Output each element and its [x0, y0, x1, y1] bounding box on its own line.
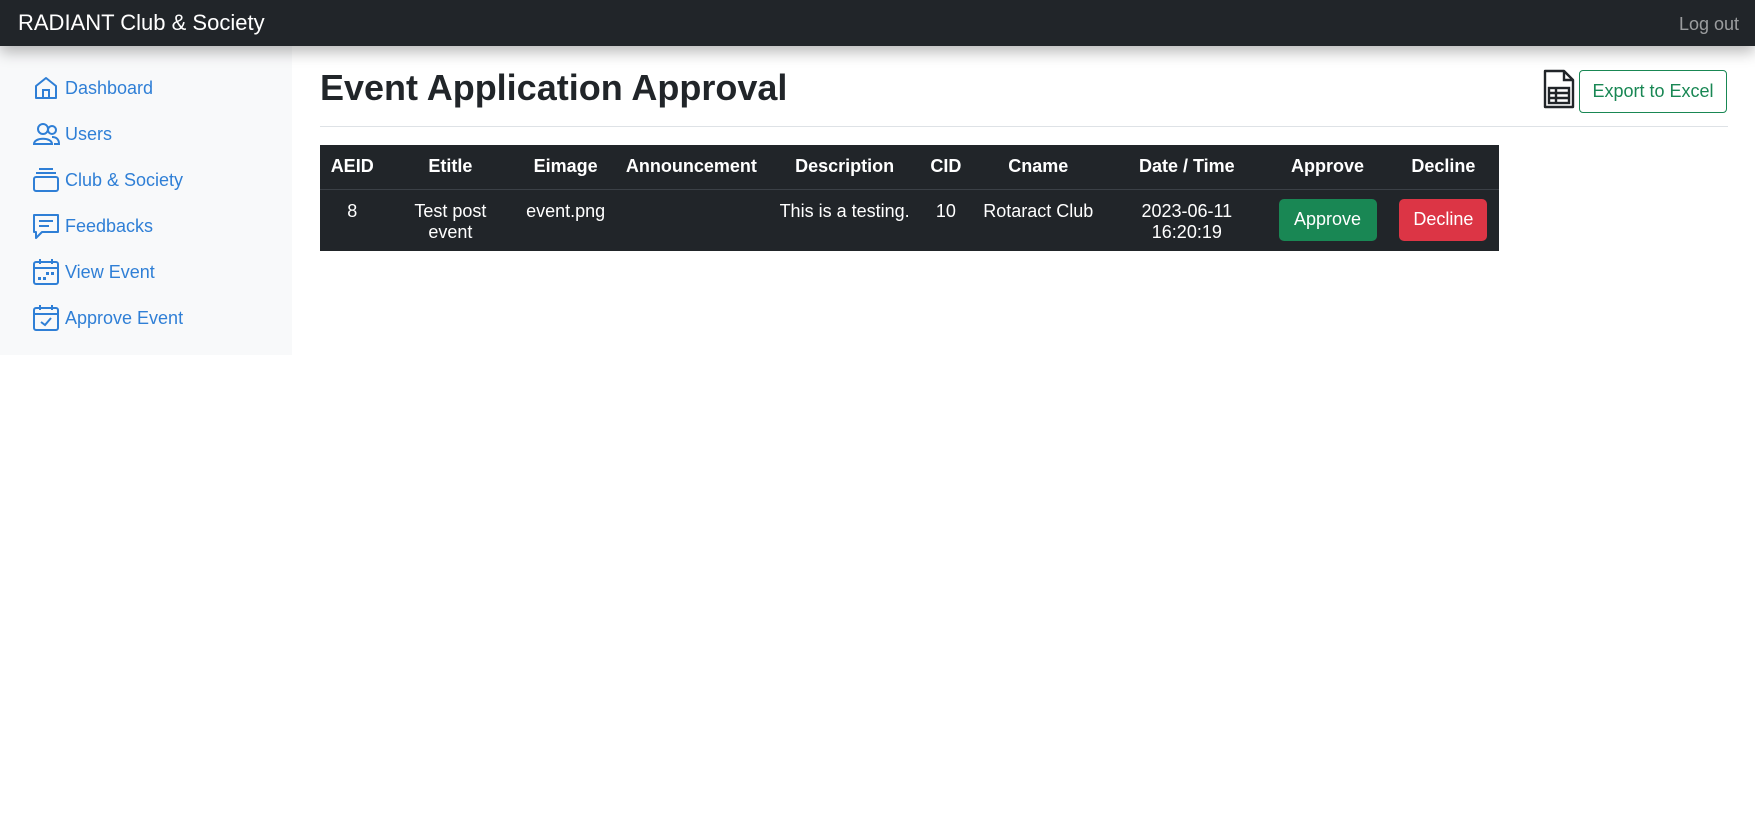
calendar-icon	[31, 257, 61, 287]
table-header-row: AEID Etitle Eimage Announcement Descript…	[320, 145, 1499, 190]
cell-cname: Rotaract Club	[983, 200, 1094, 221]
cell-decline: Decline	[1388, 189, 1499, 251]
cell-cid: 10	[935, 200, 956, 221]
sidebar-item-label: Approve Event	[65, 307, 184, 328]
sidebar-item-label: Users	[65, 123, 113, 144]
logout-link[interactable]: Log out	[1679, 12, 1739, 36]
sidebar-item-feedbacks[interactable]: Feedbacks	[31, 209, 153, 243]
sidebar-item-label: View Event	[65, 261, 155, 282]
calendar-check-icon	[31, 303, 61, 333]
column-header: CID	[921, 145, 971, 190]
cell-announcement	[615, 189, 768, 251]
page-title: Event Application Approval	[320, 67, 788, 108]
collection-icon	[31, 165, 61, 195]
column-header: Decline	[1387, 145, 1499, 190]
cell-aeid: 8	[347, 200, 358, 221]
column-header: Cname	[970, 145, 1107, 190]
column-header: Approve	[1267, 145, 1388, 190]
people-icon	[31, 119, 61, 149]
cell-approve: Approve	[1267, 189, 1387, 251]
column-header: Eimage	[516, 145, 616, 190]
export-to-excel-button[interactable]: Export to Excel	[1579, 70, 1727, 113]
sidebar-item-label: Dashboard	[65, 77, 154, 98]
file-spreadsheet-icon	[1542, 68, 1576, 110]
sidebar-item-approve-event[interactable]: Approve Event	[31, 301, 183, 335]
brand-title[interactable]: RADIANT Club & Society	[18, 9, 265, 37]
event-approval-table: AEID Etitle Eimage Announcement Descript…	[320, 145, 1499, 251]
sidebar-item-label: Club & Society	[65, 169, 184, 190]
table-row: 8 Test post event event.png This is a te…	[320, 189, 1499, 251]
sidebar-item-users[interactable]: Users	[31, 117, 112, 151]
column-header: Date / Time	[1106, 145, 1268, 190]
sidebar-item-view-event[interactable]: View Event	[31, 255, 155, 289]
cell-etitle: Test post event	[414, 200, 487, 242]
column-header: Description	[767, 145, 922, 190]
title-divider	[320, 126, 1728, 127]
column-header: Announcement	[615, 145, 768, 190]
decline-button[interactable]: Decline	[1399, 198, 1488, 241]
sidebar-item-label: Feedbacks	[65, 215, 154, 236]
sidebar-item-dashboard[interactable]: Dashboard	[31, 71, 153, 105]
cell-description: This is a testing.	[779, 200, 910, 221]
sidebar-item-club-society[interactable]: Club & Society	[31, 163, 183, 197]
column-header: AEID	[320, 145, 385, 190]
house-icon	[31, 73, 61, 103]
column-header: Etitle	[384, 145, 517, 190]
cell-eimage: event.png	[526, 200, 606, 221]
chat-text-icon	[31, 211, 61, 241]
approve-button[interactable]: Approve	[1278, 198, 1377, 241]
sidebar: Dashboard Users Club & Society Feedbacks…	[0, 46, 292, 355]
top-navbar: RADIANT Club & Society Log out	[0, 0, 1755, 46]
cell-datetime: 2023-06-11 16:20:19	[1141, 200, 1233, 242]
